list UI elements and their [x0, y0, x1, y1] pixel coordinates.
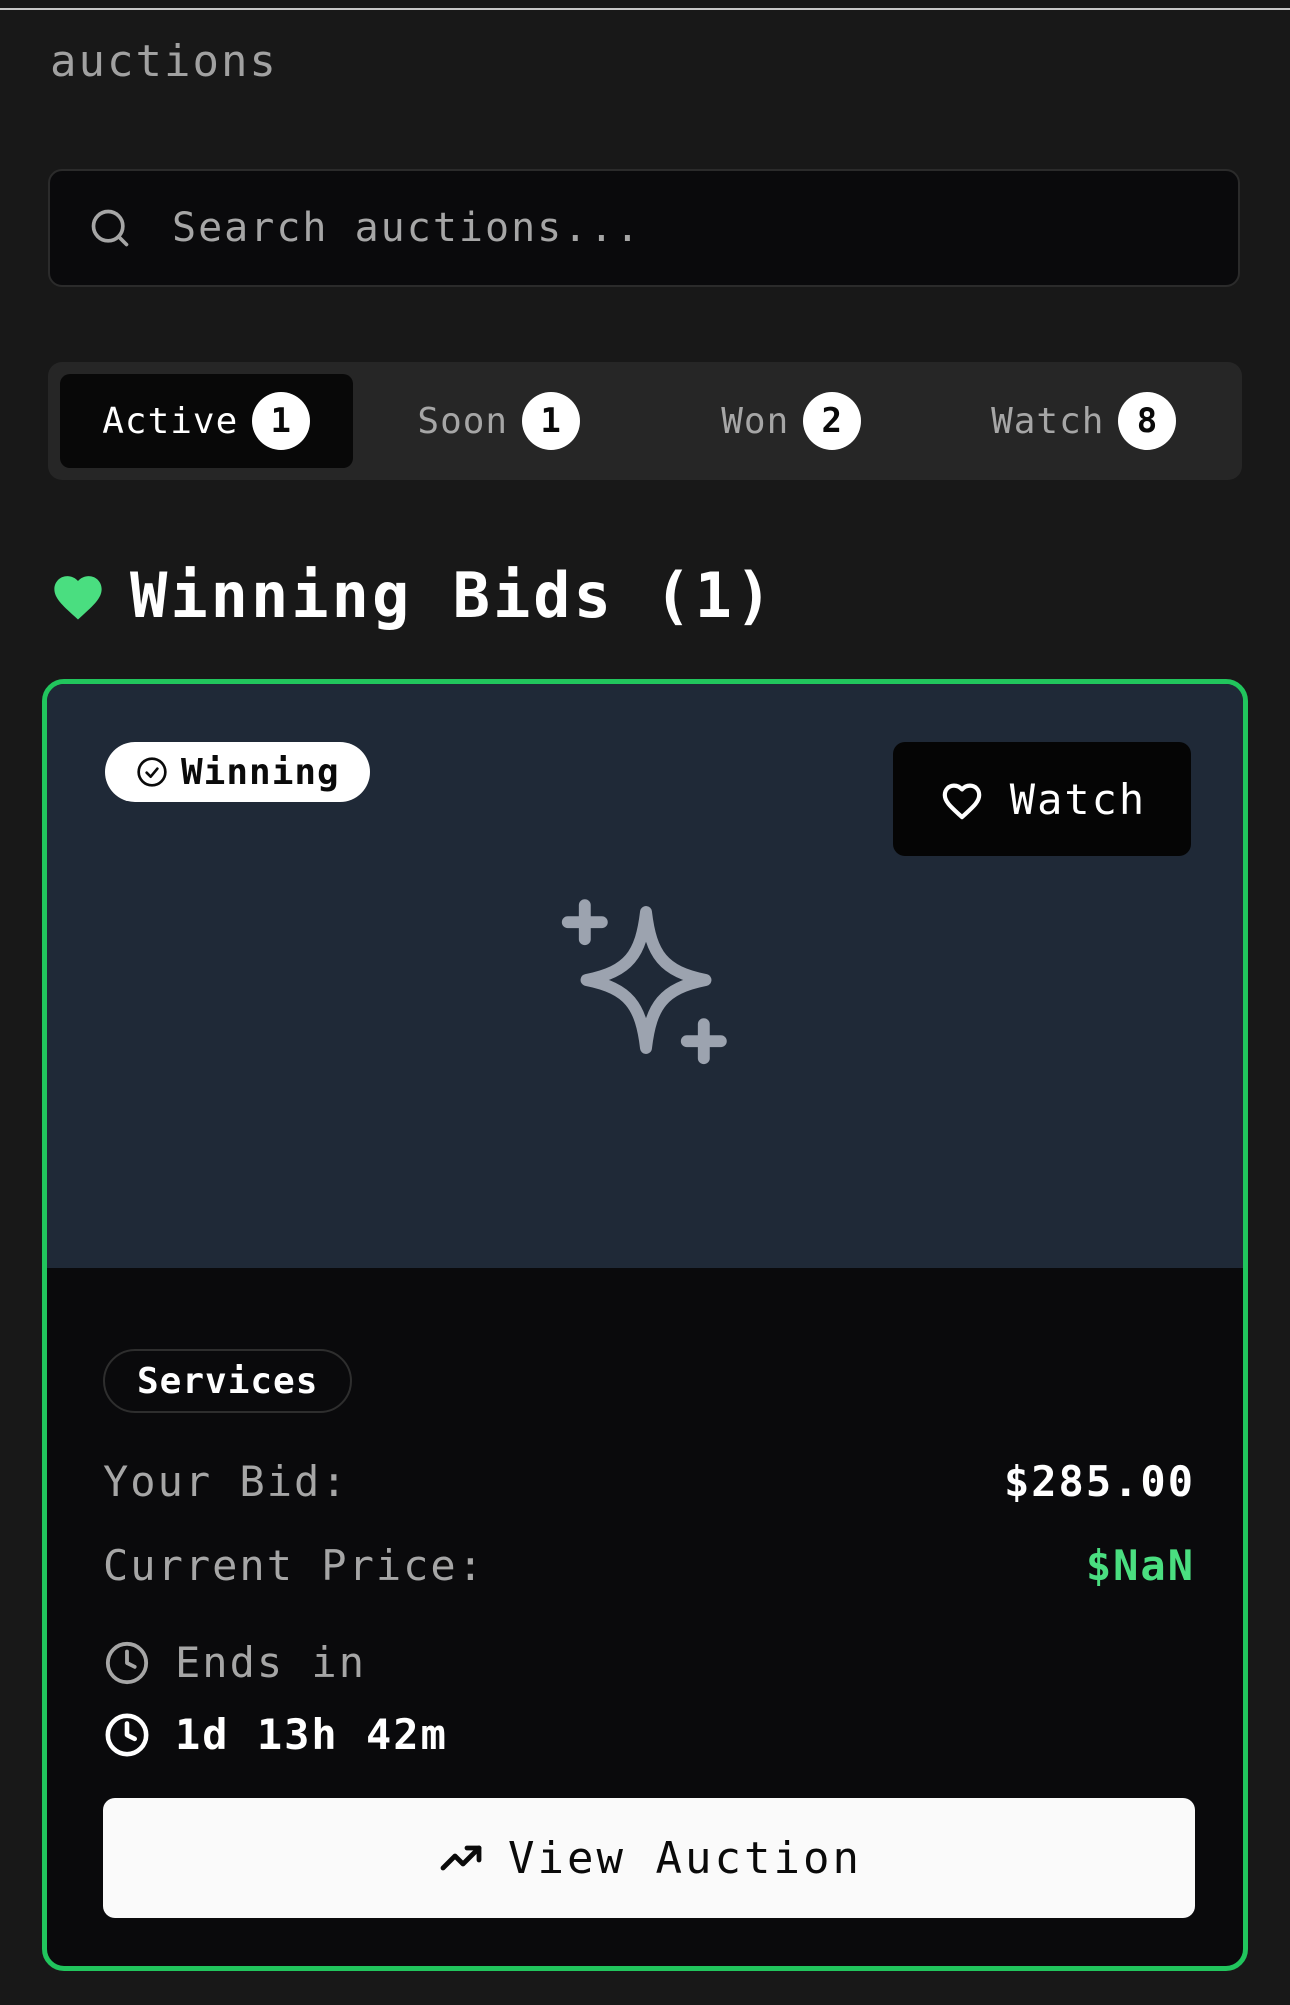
search-bar[interactable] — [48, 169, 1240, 287]
status-badge-label: Winning — [181, 751, 340, 793]
tab-count-badge: 8 — [1118, 392, 1177, 450]
page-subtitle: auctions — [50, 36, 278, 87]
section-title: Winning Bids (1) — [130, 558, 776, 632]
tab-soon[interactable]: Soon 1 — [353, 374, 646, 468]
top-divider — [0, 0, 1290, 10]
auction-tabs: Active 1 Soon 1 Won 2 Watch 8 — [48, 362, 1242, 480]
status-badge: Winning — [105, 742, 370, 802]
tab-label: Won — [721, 400, 790, 442]
tab-won[interactable]: Won 2 — [645, 374, 938, 468]
heart-icon — [48, 565, 108, 625]
tab-label: Watch — [991, 400, 1105, 442]
your-bid-row: Your Bid: $285.00 — [103, 1457, 1195, 1506]
sparkles-icon — [561, 895, 731, 1065]
auction-image-placeholder: Winning Watch — [47, 684, 1243, 1268]
tab-active[interactable]: Active 1 — [60, 374, 353, 468]
current-price-label: Current Price: — [103, 1541, 486, 1590]
heart-outline-icon — [938, 775, 986, 823]
current-price-value: $NaN — [1085, 1541, 1195, 1590]
time-remaining-row: 1d 13h 42m — [103, 1710, 448, 1759]
category-tag: Services — [103, 1349, 353, 1413]
auction-card: Winning Watch Services Your Bid: $285.00… — [42, 679, 1248, 1971]
ends-in-label: Ends in — [175, 1638, 367, 1687]
watch-button[interactable]: Watch — [893, 742, 1191, 856]
your-bid-value: $285.00 — [1003, 1457, 1195, 1506]
view-auction-label: View Auction — [508, 1832, 862, 1884]
trending-up-icon — [436, 1833, 486, 1883]
check-circle-icon — [135, 755, 169, 789]
current-price-row: Current Price: $NaN — [103, 1541, 1195, 1590]
tab-count-badge: 1 — [522, 392, 581, 450]
tab-count-badge: 1 — [252, 392, 311, 450]
clock-icon — [103, 1639, 151, 1687]
view-auction-button[interactable]: View Auction — [103, 1798, 1195, 1918]
winning-bids-heading: Winning Bids (1) — [48, 555, 775, 635]
tab-label: Active — [102, 400, 239, 442]
tab-watch[interactable]: Watch 8 — [938, 374, 1231, 468]
tab-count-badge: 2 — [803, 392, 862, 450]
clock-icon — [103, 1711, 151, 1759]
watch-button-label: Watch — [1009, 774, 1147, 824]
tab-label: Soon — [417, 400, 509, 442]
time-remaining-value: 1d 13h 42m — [175, 1710, 448, 1759]
search-input[interactable] — [170, 204, 1174, 252]
ends-in-label-row: Ends in — [103, 1638, 366, 1687]
auctions-page: auctions Active 1 Soon 1 Won 2 Watch 8 — [0, 0, 1290, 2005]
search-icon — [86, 204, 134, 252]
your-bid-label: Your Bid: — [103, 1457, 349, 1506]
